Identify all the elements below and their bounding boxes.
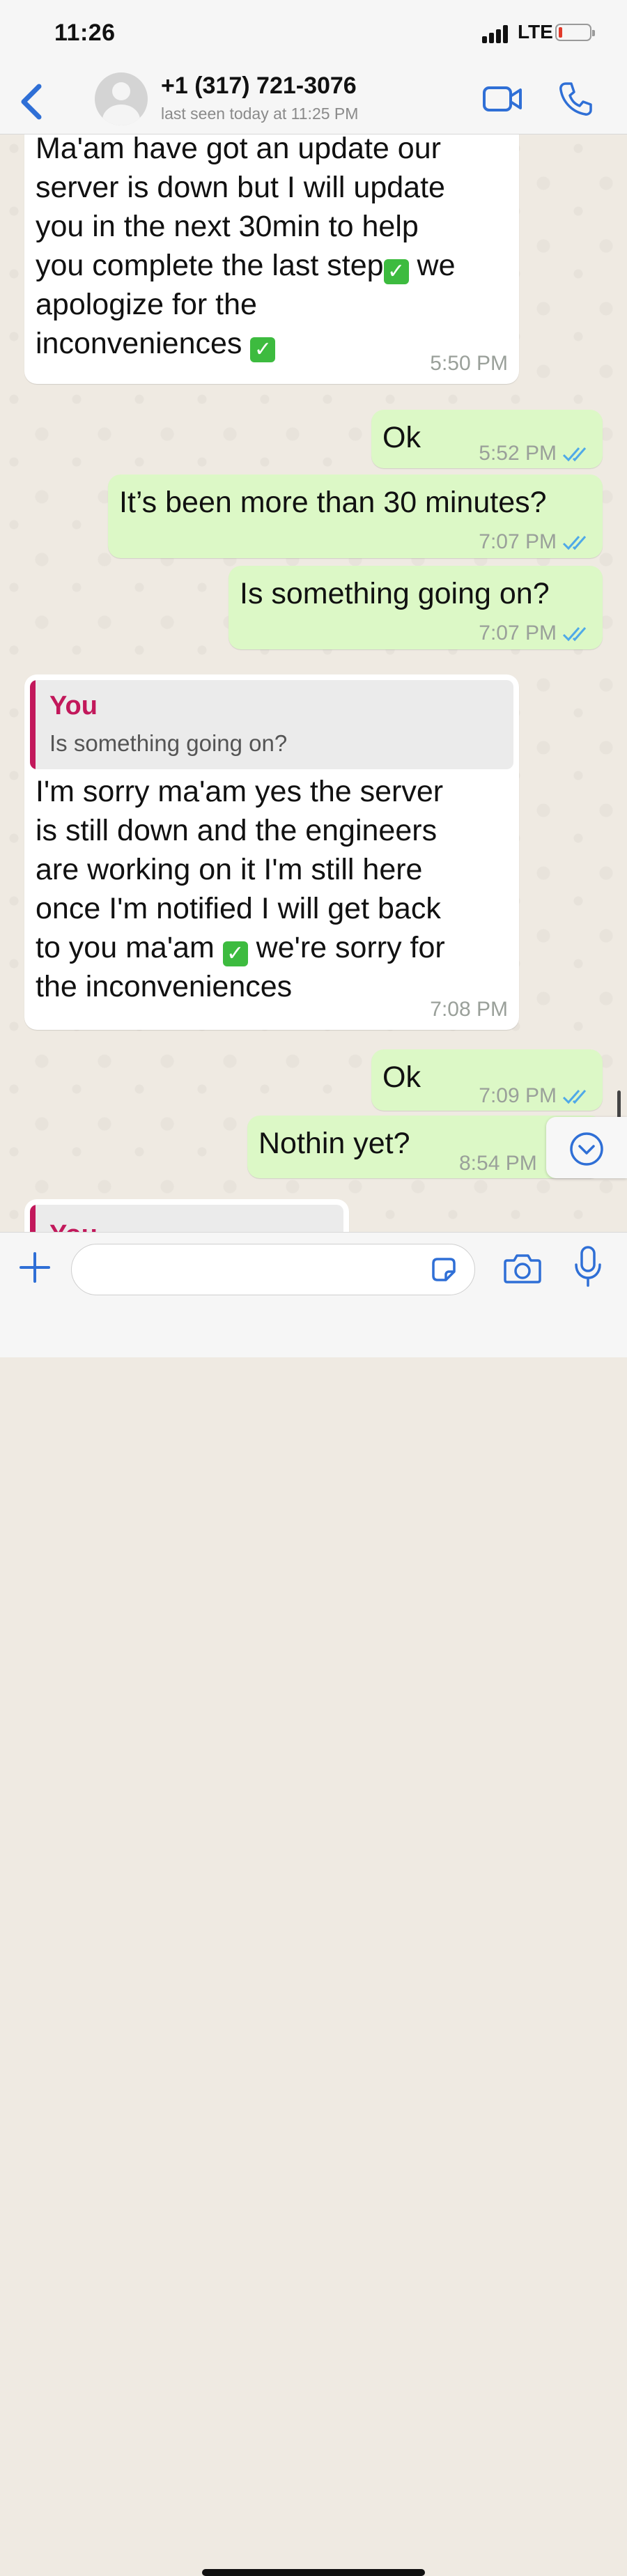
quoted-reply[interactable]: You xyxy=(30,1205,343,1232)
read-receipt-icon xyxy=(562,447,587,462)
check-mark-emoji-icon: ✓ xyxy=(222,941,248,966)
chat-header: +1 (317) 721-3076 last seen today at 11:… xyxy=(0,70,627,134)
message-outgoing[interactable]: It’s been more than 30 minutes? 7:07 PM xyxy=(108,475,603,558)
last-seen-status: last seen today at 11:25 PM xyxy=(161,105,359,123)
attach-button[interactable] xyxy=(18,1251,52,1284)
check-mark-emoji-icon: ✓ xyxy=(250,337,276,362)
contact-name[interactable]: +1 (317) 721-3076 xyxy=(161,72,357,100)
message-time: 5:50 PM xyxy=(430,352,508,375)
chevron-down-circle-icon xyxy=(570,1132,603,1166)
microphone-icon xyxy=(575,1246,601,1287)
message-incoming[interactable]: You xyxy=(24,1199,349,1232)
message-time: 7:08 PM xyxy=(430,998,508,1021)
message-input-bar xyxy=(0,1232,627,2576)
message-outgoing[interactable]: Ok 5:52 PM xyxy=(371,410,603,468)
message-incoming[interactable]: Ma'am have got an update our server is d… xyxy=(24,134,519,384)
chevron-left-icon xyxy=(21,84,42,120)
message-text: Is something going on? xyxy=(240,577,550,610)
scroll-to-bottom-button[interactable] xyxy=(546,1117,627,1178)
status-bar: 11:26 LTE xyxy=(0,0,627,70)
chat-area[interactable]: Ma'am have got an update our server is d… xyxy=(0,134,627,1232)
network-type: LTE xyxy=(518,21,553,43)
message-time: 7:07 PM xyxy=(479,622,593,645)
voice-message-button[interactable] xyxy=(573,1245,603,1288)
message-time: 7:09 PM xyxy=(479,1084,593,1108)
message-input[interactable] xyxy=(71,1244,475,1295)
back-button[interactable] xyxy=(18,82,46,121)
message-text: Ok xyxy=(382,421,421,454)
message-incoming[interactable]: You Is something going on? I'm sorry ma'… xyxy=(24,674,519,1030)
read-receipt-icon xyxy=(562,1090,587,1104)
avatar[interactable] xyxy=(95,72,148,125)
quote-text: Is something going on? xyxy=(49,730,288,756)
camera-button[interactable] xyxy=(503,1251,542,1286)
battery-icon xyxy=(555,24,595,41)
message-text: It’s been more than 30 minutes? xyxy=(119,486,547,519)
message-outgoing[interactable]: Is something going on? 7:07 PM xyxy=(229,566,603,649)
message-time: 5:52 PM xyxy=(479,442,593,465)
plus-icon xyxy=(20,1252,50,1283)
video-camera-icon xyxy=(483,86,522,111)
sticker-button[interactable] xyxy=(429,1255,458,1284)
quote-author: You xyxy=(49,1220,98,1232)
quote-author: You xyxy=(49,691,98,720)
message-time: 8:54 PM xyxy=(459,1152,537,1175)
home-indicator[interactable] xyxy=(202,2569,425,2576)
message-text: Ma'am have got an update our server is d… xyxy=(36,134,456,362)
camera-icon xyxy=(504,1254,541,1283)
signal-strength-icon xyxy=(482,24,510,43)
check-mark-emoji-icon: ✓ xyxy=(383,259,409,284)
message-outgoing[interactable]: Ok 7:09 PM xyxy=(371,1049,603,1111)
phone-icon xyxy=(559,82,592,116)
status-time: 11:26 xyxy=(54,20,116,46)
read-receipt-icon xyxy=(562,627,587,642)
read-receipt-icon xyxy=(562,536,587,550)
voice-call-button[interactable] xyxy=(557,81,594,117)
quoted-reply[interactable]: You Is something going on? xyxy=(30,680,513,769)
message-time: 7:07 PM xyxy=(479,530,593,554)
video-call-button[interactable] xyxy=(482,82,522,116)
message-text: I'm sorry ma'am yes the server is still … xyxy=(36,775,445,1003)
sticker-icon xyxy=(432,1258,456,1281)
message-text: Ok xyxy=(382,1061,421,1094)
message-text: Nothin yet? xyxy=(258,1127,410,1160)
